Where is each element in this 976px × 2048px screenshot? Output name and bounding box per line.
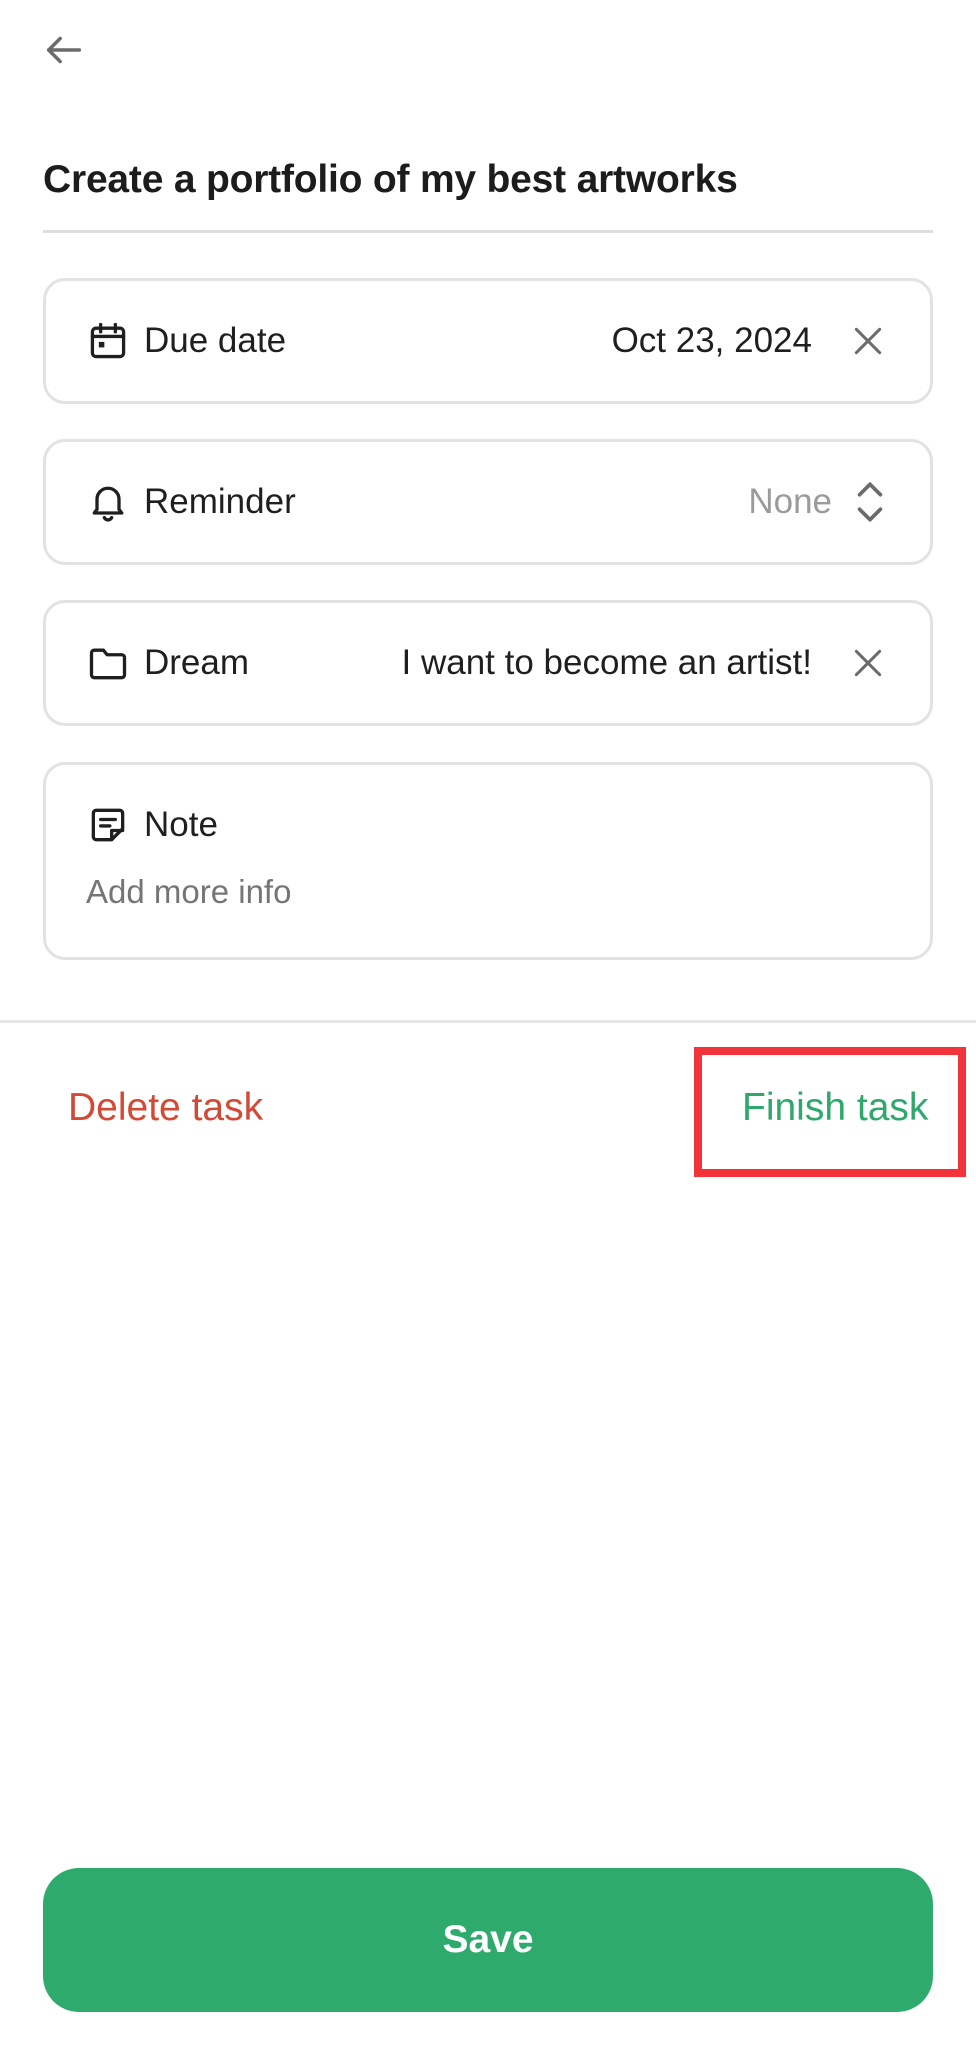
dream-value[interactable]: I want to become an artist!: [402, 643, 812, 683]
due-date-label: Due date: [144, 321, 287, 360]
arrow-left-icon: [41, 27, 87, 78]
bell-icon: [86, 480, 130, 524]
folder-icon: [86, 641, 130, 685]
note-label: Note: [144, 805, 218, 844]
reminder-field[interactable]: Reminder None: [43, 439, 933, 565]
clear-due-date-button[interactable]: [848, 321, 888, 361]
clear-dream-button[interactable]: [848, 643, 888, 683]
calendar-icon: [86, 319, 130, 363]
reminder-label: Reminder: [144, 482, 296, 521]
note-input[interactable]: [86, 873, 890, 911]
task-title-field[interactable]: Create a portfolio of my best artworks: [43, 158, 933, 233]
divider: [0, 1020, 976, 1023]
due-date-field[interactable]: Due date Oct 23, 2024: [43, 278, 933, 404]
delete-task-button[interactable]: Delete task: [68, 1086, 263, 1130]
task-edit-screen: Create a portfolio of my best artworks D…: [0, 0, 976, 2048]
dream-field[interactable]: Dream I want to become an artist!: [43, 600, 933, 726]
note-icon: [86, 803, 130, 847]
chevron-up-down-icon[interactable]: [852, 477, 888, 527]
dream-label: Dream: [144, 643, 250, 682]
close-icon: [854, 649, 882, 677]
due-date-value[interactable]: Oct 23, 2024: [612, 321, 812, 361]
highlight-box: [694, 1047, 966, 1177]
save-button[interactable]: Save: [43, 1868, 933, 2012]
back-button[interactable]: [36, 28, 92, 76]
task-title[interactable]: Create a portfolio of my best artworks: [43, 158, 933, 202]
note-field[interactable]: Note: [43, 762, 933, 960]
close-icon: [854, 327, 882, 355]
reminder-value[interactable]: None: [748, 482, 832, 522]
